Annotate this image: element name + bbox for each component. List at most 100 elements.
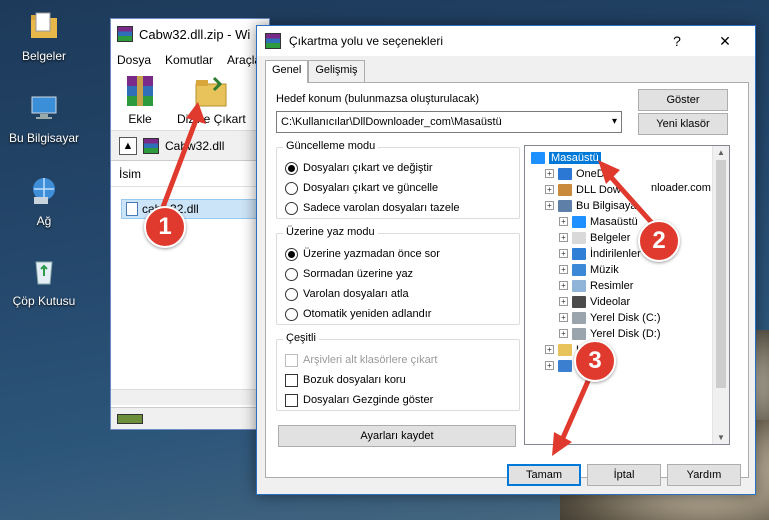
tree-node[interactable]: + OneD <box>545 166 605 181</box>
help-button[interactable]: Yardım <box>667 464 741 486</box>
desktop-icon-this-pc[interactable]: Bu Bilgisayar <box>4 92 84 145</box>
show-button[interactable]: Göster <box>638 89 728 111</box>
chevron-down-icon[interactable]: ▾ <box>612 116 617 127</box>
radio-button-selected[interactable] <box>285 161 298 175</box>
extract-folder-icon <box>195 76 227 107</box>
menu-commands[interactable]: Komutlar <box>165 53 213 67</box>
tree-node[interactable]: + Müzik <box>559 262 619 277</box>
dialog-titlebar[interactable]: Çıkartma yolu ve seçenekleri ? ✕ <box>257 26 755 56</box>
tree-node[interactable]: + Videolar <box>559 294 630 309</box>
tree-node[interactable]: + Masaüstü <box>559 214 638 229</box>
menu-file[interactable]: Dosya <box>117 53 151 67</box>
expand-icon[interactable]: + <box>559 249 568 258</box>
extract-to-button[interactable]: Dizine Çıkart <box>177 74 246 130</box>
winrar-titlebar[interactable]: Cabw32.dll.zip - Wi <box>111 19 269 49</box>
misc-option-show-in-explorer[interactable]: Dosyaları Gezginde göster <box>285 392 433 408</box>
scroll-down-icon[interactable]: ▼ <box>717 433 725 442</box>
expand-icon[interactable]: + <box>545 201 554 210</box>
folder-tree[interactable]: Masaüstü + OneD + DLL Dow + Bu Bilgisaya + Masaü… <box>524 145 730 445</box>
expand-icon[interactable]: + <box>559 265 568 274</box>
expand-icon[interactable]: + <box>545 345 554 354</box>
checkbox[interactable] <box>285 373 298 387</box>
help-title-button[interactable]: ? <box>655 26 699 56</box>
radio-button[interactable] <box>285 181 298 195</box>
folder-icon <box>572 215 586 228</box>
overwrite-option-ask[interactable]: Üzerine yazmadan önce sor <box>285 246 440 262</box>
checkbox[interactable] <box>285 393 298 407</box>
radio-button-selected[interactable] <box>285 247 298 261</box>
tree-node[interactable]: + Belgeler <box>559 230 630 245</box>
up-folder-icon[interactable]: ▲ <box>119 136 137 155</box>
expand-icon[interactable]: + <box>559 297 568 306</box>
radio-button[interactable] <box>285 307 298 321</box>
overwrite-option-rename[interactable]: Otomatik yeniden adlandır <box>285 306 431 322</box>
destination-path-combo[interactable]: C:\Kullanıcılar\DllDownloader_com\Masaüs… <box>276 111 622 133</box>
expand-icon[interactable]: + <box>559 233 568 242</box>
update-mode-group: Güncelleme modu Dosyaları çıkart ve deği… <box>276 140 520 219</box>
cancel-button[interactable]: İptal <box>587 464 661 486</box>
overwrite-option-skip[interactable]: Varolan dosyaları atla <box>285 286 409 302</box>
ok-button[interactable]: Tamam <box>507 464 581 486</box>
expand-icon[interactable]: + <box>559 329 568 338</box>
tree-node[interactable]: + Yerel Disk (D:) <box>559 326 661 341</box>
expand-icon[interactable]: + <box>545 361 554 370</box>
computer-icon <box>31 96 57 119</box>
tree-node-label: Masaüstü <box>549 151 601 164</box>
misc-title: Çeşitli <box>283 332 319 344</box>
expand-icon[interactable]: + <box>559 313 568 322</box>
tree-node[interactable]: + Yerel Disk (C:) <box>559 310 661 325</box>
update-option-extract-replace[interactable]: Dosyaları çıkart ve değiştir <box>285 160 433 176</box>
folder-icon <box>531 151 545 164</box>
scroll-up-icon[interactable]: ▲ <box>717 148 725 157</box>
add-archive-icon <box>127 76 153 106</box>
expand-icon[interactable]: + <box>559 217 568 226</box>
folder-icon <box>572 247 586 260</box>
misc-group: Çeşitli Arşivleri alt klasörlere çıkart … <box>276 332 520 411</box>
folder-icon <box>558 343 572 356</box>
winrar-horizontal-scrollbar[interactable] <box>111 389 269 405</box>
winrar-window[interactable]: Cabw32.dll.zip - Wi Dosya Komutlar Araçl… <box>110 18 271 430</box>
checkbox-disabled <box>285 353 298 367</box>
extract-to-label: Dizine Çıkart <box>177 112 246 126</box>
expand-icon[interactable]: + <box>545 185 554 194</box>
overwrite-option-without-prompt[interactable]: Sormadan üzerine yaz <box>285 266 413 282</box>
save-settings-button[interactable]: Ayarları kaydet <box>278 425 516 447</box>
update-option-freshen[interactable]: Sadece varolan dosyaları tazele <box>285 200 460 216</box>
update-option-extract-update[interactable]: Dosyaları çıkart ve güncelle <box>285 180 438 196</box>
add-button[interactable]: Ekle <box>121 74 159 130</box>
extract-options-dialog[interactable]: Çıkartma yolu ve seçenekleri ? ✕ Genel G… <box>256 25 756 495</box>
desktop-icon-network[interactable]: Ağ <box>4 175 84 228</box>
desktop-icon-recycle-bin[interactable]: Çöp Kutusu <box>4 255 84 308</box>
dialog-tabs: Genel Gelişmiş <box>265 60 365 83</box>
radio-button[interactable] <box>285 287 298 301</box>
scroll-thumb[interactable] <box>716 160 726 388</box>
tab-general[interactable]: Genel <box>265 60 309 83</box>
tree-node[interactable]: + Bu Bilgisaya <box>545 198 637 213</box>
file-row[interactable]: cabw32.dll <box>121 199 271 219</box>
tree-node[interactable]: + DLL Dow <box>545 182 621 197</box>
misc-option-keep-broken[interactable]: Bozuk dosyaları koru <box>285 372 406 388</box>
tree-node-label: Yerel Disk (D:) <box>590 327 661 340</box>
new-folder-button[interactable]: Yeni klasör <box>638 113 728 135</box>
tree-node[interactable]: + Resimler <box>559 278 633 293</box>
column-header-name[interactable]: İsim <box>111 161 269 187</box>
add-label: Ekle <box>128 112 152 126</box>
radio-button[interactable] <box>285 267 298 281</box>
tree-vertical-scrollbar[interactable]: ▲ ▼ <box>712 146 729 444</box>
expand-icon[interactable]: + <box>559 281 568 290</box>
tree-node[interactable]: Masaüstü <box>531 150 601 165</box>
archive-path[interactable]: Cabw32.dll <box>165 139 224 153</box>
folder-icon <box>572 311 586 324</box>
winrar-title: Cabw32.dll.zip - Wi <box>139 26 251 42</box>
tree-node[interactable]: + İndirilenler <box>559 246 641 261</box>
desktop-icon-documents[interactable]: Belgeler <box>4 10 84 63</box>
tab-advanced[interactable]: Gelişmiş <box>308 60 365 82</box>
close-icon[interactable]: ✕ <box>703 26 747 56</box>
expand-icon[interactable]: + <box>545 169 554 178</box>
radio-button[interactable] <box>285 201 298 215</box>
tree-node-label: Yerel Disk (C:) <box>590 311 661 324</box>
tree-node-label: İndirilenler <box>590 247 641 260</box>
misc-option-subfolders: Arşivleri alt klasörlere çıkart <box>285 352 437 368</box>
network-globe-icon <box>33 178 55 204</box>
folder-icon <box>572 327 586 340</box>
